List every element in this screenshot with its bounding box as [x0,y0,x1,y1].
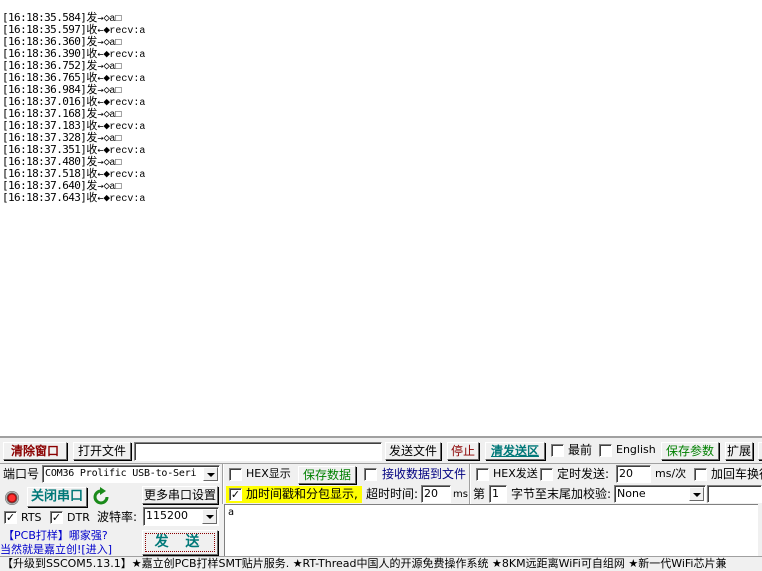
stop-button[interactable]: 停止 [447,442,479,460]
log-line: [16:18:35.597]收←◆recv:a [2,24,762,38]
file-path-input[interactable] [134,442,382,461]
more-port-settings-button[interactable]: 更多串口设置 [142,486,218,504]
byte-index-input[interactable]: 1 [489,485,507,503]
timestamp-checkbox[interactable]: ✓ [229,488,242,501]
timed-interval-input[interactable]: 20 [616,465,651,483]
add-crlf-label: 加回车换行 [711,467,762,481]
log-line: [16:18:37.183]收←◆recv:a [2,120,762,134]
log-line: [16:18:37.168]发→◇a□ [2,108,762,122]
port-status-led-icon [5,491,19,505]
recv-to-file-checkbox[interactable] [364,468,377,481]
topmost-checkbox[interactable] [551,444,564,457]
timeout-label: 超时时间: [366,487,419,501]
save-data-button[interactable]: 保存数据 [298,466,356,484]
hex-send-label: HEX发送 [493,467,538,480]
log-line: [16:18:36.360]发→◇a□ [2,36,762,50]
send-button[interactable]: 发 送 [142,530,218,555]
log-timestamp: [16:18:37.643] [2,191,87,204]
log-line: [16:18:37.328]发→◇a□ [2,132,762,146]
log-line: [16:18:37.351]收←◆recv:a [2,144,762,158]
log-direction: 收 [86,191,98,204]
log-line: [16:18:37.016]收←◆recv:a [2,96,762,110]
send-scrollbar[interactable] [758,504,762,556]
log-line: [16:18:35.584]发→◇a□ [2,12,762,26]
save-params-button[interactable]: 保存参数 [661,442,719,460]
english-checkbox[interactable] [599,444,612,457]
receive-log[interactable]: [16:18:35.584]发→◇a□ [16:18:35.597]收←◆recv… [0,0,762,436]
log-line: [16:18:37.480]发→◇a□ [2,156,762,170]
refresh-icon[interactable] [92,487,110,507]
dtr-label: DTR [67,511,90,524]
send-textarea[interactable]: a [224,504,758,556]
recv-to-file-label: 接收数据到文件 [382,467,467,481]
timeout-input[interactable]: 20 [421,485,451,503]
minus-button[interactable] [758,442,762,460]
english-label: English [616,443,656,456]
chevron-down-icon[interactable] [689,487,704,501]
promo-link-line2[interactable]: 当然就是嘉立创![进入] [0,543,112,557]
log-line: [16:18:36.765]收←◆recv:a [2,72,762,86]
checksum-select[interactable]: None [614,485,706,503]
chevron-down-icon[interactable] [202,509,217,524]
byte-prefix-label: 第 [473,487,486,501]
timestamp-label: 加时间戳和分包显示, [246,487,358,501]
column-divider [469,464,471,504]
interval-unit: ms/次 [655,467,687,480]
promo-link-line1[interactable]: 【PCB打样】哪家强? [3,529,108,543]
column-divider [222,464,224,504]
clear-window-button[interactable]: 清除窗口 [3,442,67,460]
rts-checkbox[interactable]: ✓ [4,511,17,524]
hex-display-checkbox[interactable] [229,468,242,481]
chevron-down-icon[interactable] [203,467,218,481]
hex-send-checkbox[interactable] [476,468,489,481]
timed-send-label: 定时发送: [557,467,610,481]
log-line: [16:18:36.752]发→◇a□ [2,60,762,74]
add-crlf-checkbox[interactable] [694,468,707,481]
log-line: [16:18:37.518]收←◆recv:a [2,168,762,182]
port-label: 端口号 [3,467,40,481]
log-line: [16:18:37.640]发→◇a□ [2,180,762,194]
port-select[interactable]: COM36 Prolific USB-to-Seri [42,465,220,483]
send-file-button[interactable]: 发送文件 [385,442,441,460]
control-panel: 清除窗口 打开文件 发送文件 停止 清发送区 最前 English 保存参数 扩… [0,436,762,571]
log-payload: recv:a [109,194,146,205]
baud-select-value: 115200 [146,509,188,522]
log-line: [16:18:37.643]收←◆recv:a [2,191,762,206]
port-select-value: COM36 Prolific USB-to-Seri [45,468,197,479]
checksum-label: 字节至末尾加校验: [511,487,612,501]
clear-send-button[interactable]: 清发送区 [485,442,545,460]
baud-label: 波特率: [97,510,138,524]
timeout-unit: ms [453,489,468,500]
status-bar: 【升级到SSCOM5.13.1】★嘉立创PCB打样SMT贴片服务. ★RT-Th… [0,556,762,571]
checksum-select-value: None [617,487,646,500]
close-port-button[interactable]: 关闭串口 [27,487,87,507]
hex-display-label: HEX显示 [246,467,291,480]
dtr-checkbox[interactable]: ✓ [50,511,63,524]
row-divider [0,463,762,464]
log-line: [16:18:36.984]发→◇a□ [2,84,762,98]
open-file-button[interactable]: 打开文件 [73,442,131,460]
baud-select[interactable]: 115200 [143,507,219,526]
rts-label: RTS [21,511,42,524]
topmost-label: 最前 [568,443,593,457]
log-line: [16:18:36.390]收←◆recv:a [2,48,762,62]
timed-send-checkbox[interactable] [540,468,553,481]
expand-button[interactable]: 扩展 [725,442,753,460]
checksum-result-field [707,485,762,503]
